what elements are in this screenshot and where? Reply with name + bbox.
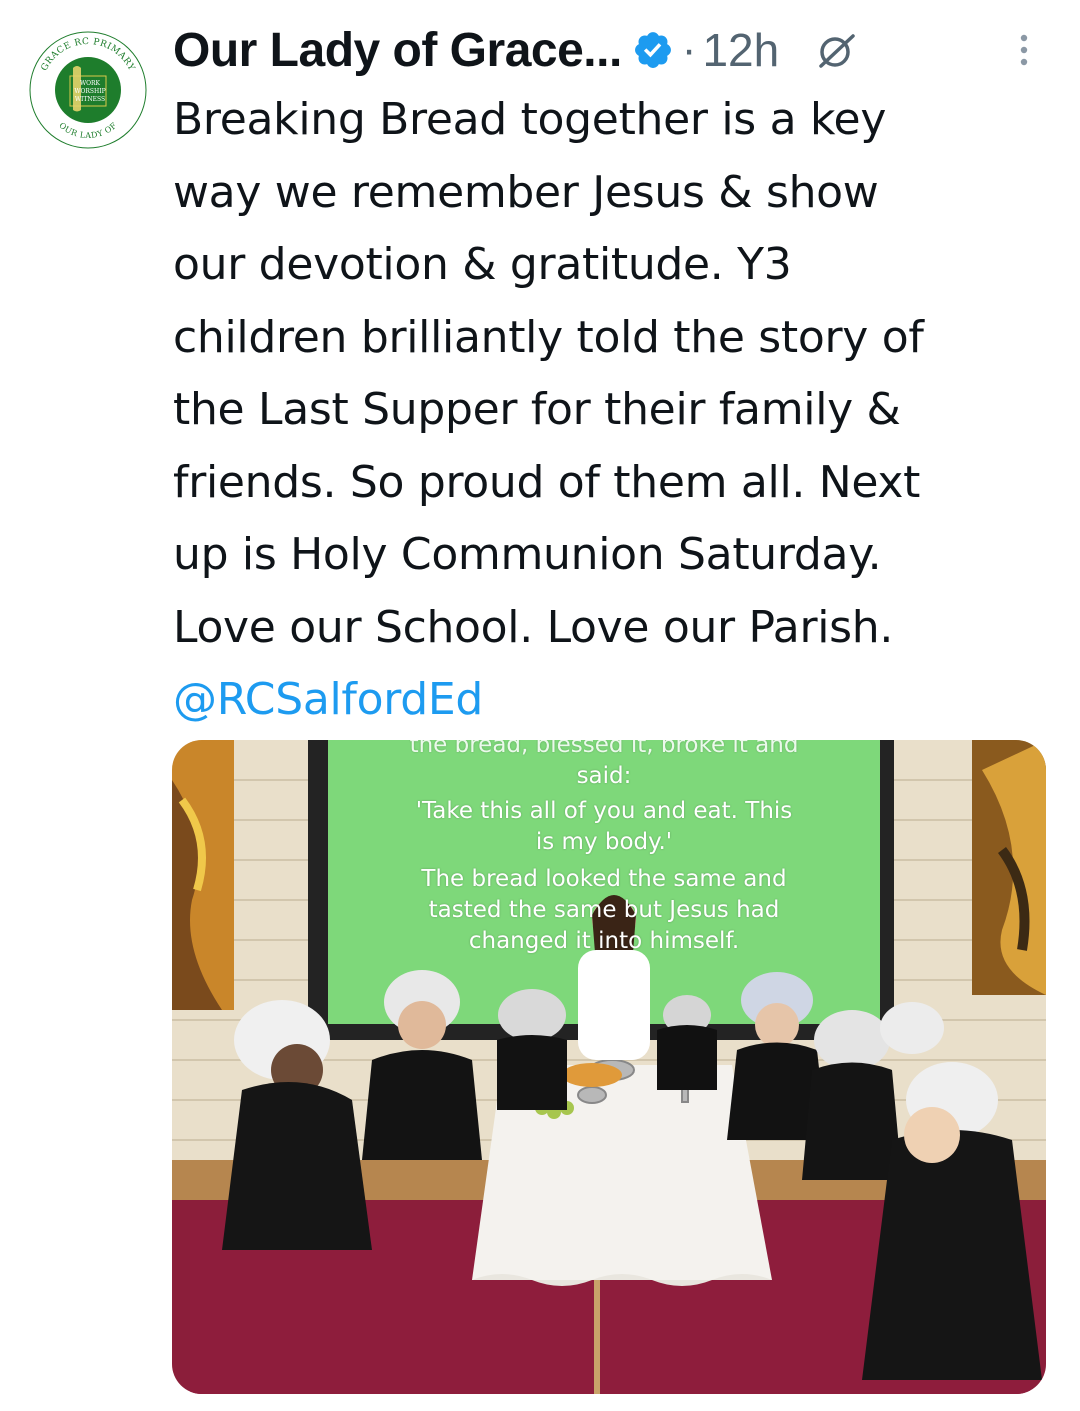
logo-motto-work: WORK <box>80 80 101 87</box>
separator-dot: · <box>681 25 697 74</box>
tweet[interactable]: GRACE RC PRIMARY OUR LADY OF WORK WORSHI… <box>0 0 1080 1411</box>
tweet-line: Breaking Bread together is a key <box>173 94 887 145</box>
mention-link[interactable]: @RCSalfordEd <box>173 664 1053 737</box>
verified-badge-icon[interactable] <box>632 29 674 71</box>
display-name[interactable]: Our Lady of Grace... <box>173 23 622 78</box>
no-edit-icon[interactable] <box>813 26 861 74</box>
logo-motto-worship: WORSHIP <box>74 88 105 95</box>
slide-line: tasted the same but Jesus had <box>428 897 780 923</box>
slide-line: changed it into himself. <box>468 928 740 954</box>
tweet-line: friends. So proud of them all. Next <box>173 456 921 508</box>
tweet-line: our devotion & gratitude. Y3 <box>173 239 792 290</box>
tweet-text: Breaking Bread together is a key way we … <box>173 84 1053 737</box>
tweet-line: the Last Supper for their family & <box>173 384 901 435</box>
more-vertical-icon[interactable] <box>1012 30 1036 70</box>
slide-caption: the bread, blessed it, broke it and said… <box>328 740 880 957</box>
tweet-line: Love our School. Love our Parish. <box>173 601 894 653</box>
slide-line: The bread looked the same and <box>421 866 787 892</box>
tweet-line: up is Holy Communion Saturday. <box>173 529 882 580</box>
slide-line: said: <box>576 763 632 789</box>
logo-motto-witness: WITNESS <box>75 96 105 103</box>
slide-line: 'Take this all of you and eat. This <box>415 798 793 824</box>
tweet-photo[interactable]: the bread, blessed it, broke it and said… <box>172 740 1046 1394</box>
school-logo: GRACE RC PRIMARY OUR LADY OF WORK WORSHI… <box>29 31 147 149</box>
tweet-line: children brilliantly told the story of <box>173 311 924 363</box>
tweet-line: way we remember Jesus & show <box>173 166 879 218</box>
slide-line: the bread, blessed it, broke it and <box>409 740 799 758</box>
tweet-header: Our Lady of Grace... · 12h <box>173 18 1040 82</box>
timestamp[interactable]: 12h <box>702 23 779 77</box>
slide-line: is my body.' <box>535 829 673 855</box>
avatar[interactable]: GRACE RC PRIMARY OUR LADY OF WORK WORSHI… <box>28 30 148 150</box>
